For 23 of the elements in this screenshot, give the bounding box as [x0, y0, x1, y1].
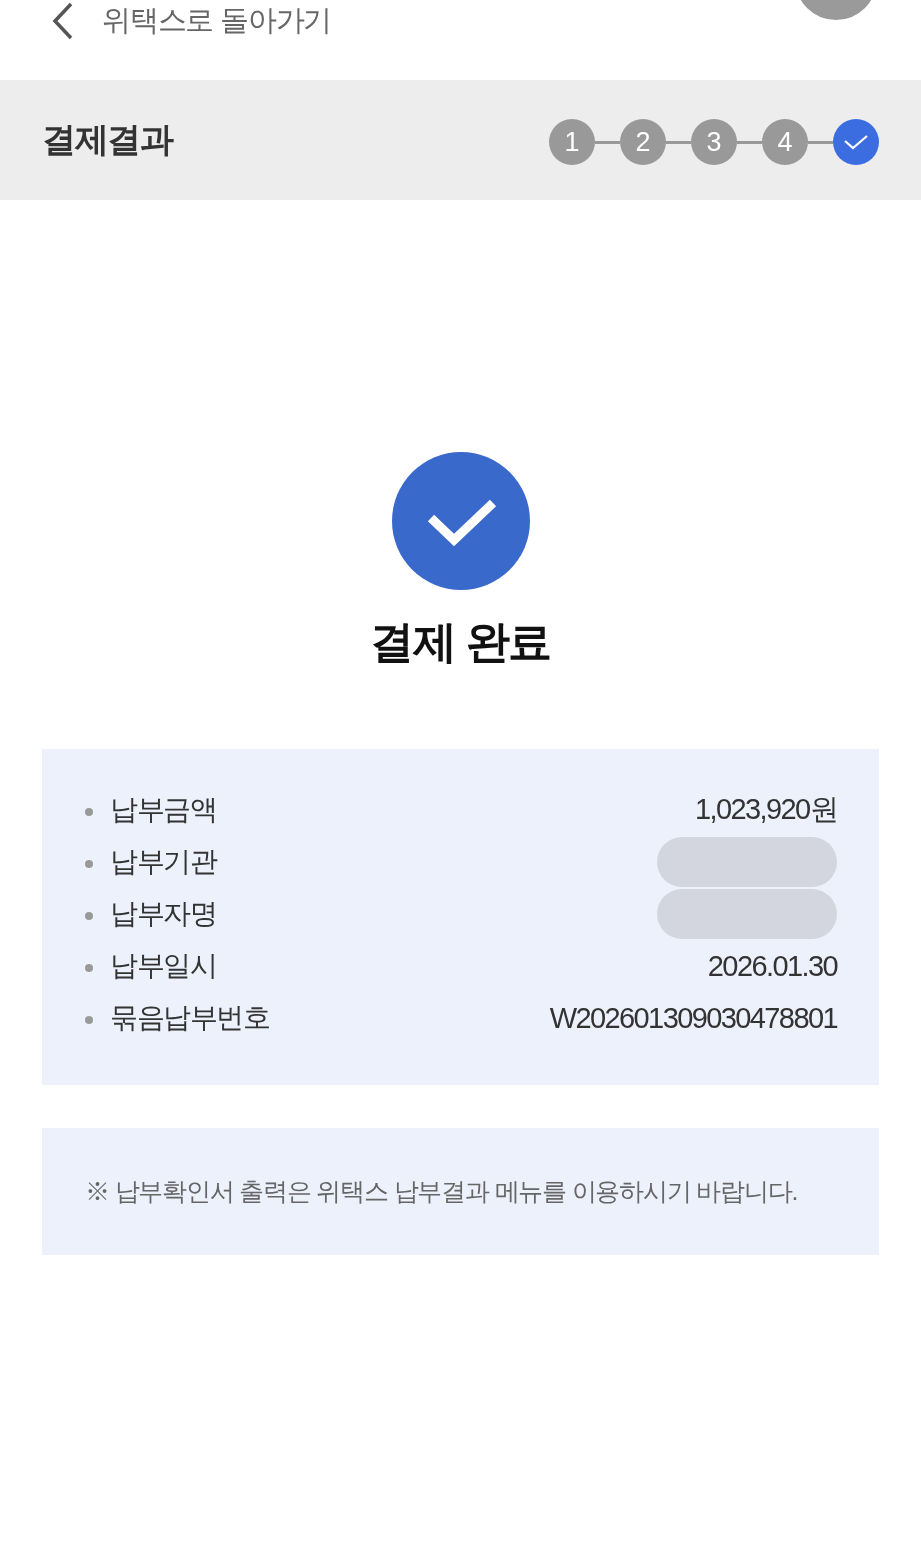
notice-text: ※ 납부확인서 출력은 위택스 납부결과 메뉴를 이용하시기 바랍니다. [85, 1176, 798, 1207]
bullet-icon [85, 964, 93, 972]
back-chevron-icon [52, 2, 74, 40]
step-number: 1 [549, 119, 595, 165]
bullet-icon [85, 912, 93, 920]
info-value: 2026.01.30 [707, 949, 837, 983]
back-link[interactable]: 위택스로 돌아가기 [52, 0, 332, 42]
step-number: 2 [620, 119, 666, 165]
bullet-icon [85, 808, 93, 816]
info-value: W202601309030478801 [549, 1001, 837, 1035]
info-label: 납부일시 [110, 949, 216, 983]
info-label: 납부자명 [110, 897, 216, 931]
bullet-icon [85, 1016, 93, 1024]
info-label: 묶음납부번호 [110, 1001, 269, 1035]
page-title: 결제결과 [42, 119, 172, 160]
success-check-icon [391, 452, 530, 590]
bullet-icon [85, 860, 93, 868]
info-label: 납부금액 [110, 793, 216, 827]
step-number: 4 [762, 119, 808, 165]
info-label: 납부기관 [110, 845, 216, 879]
step-number: 3 [691, 119, 737, 165]
info-value: 1,023,920원 [695, 792, 837, 827]
result-title: 결제 완료 [370, 616, 551, 668]
